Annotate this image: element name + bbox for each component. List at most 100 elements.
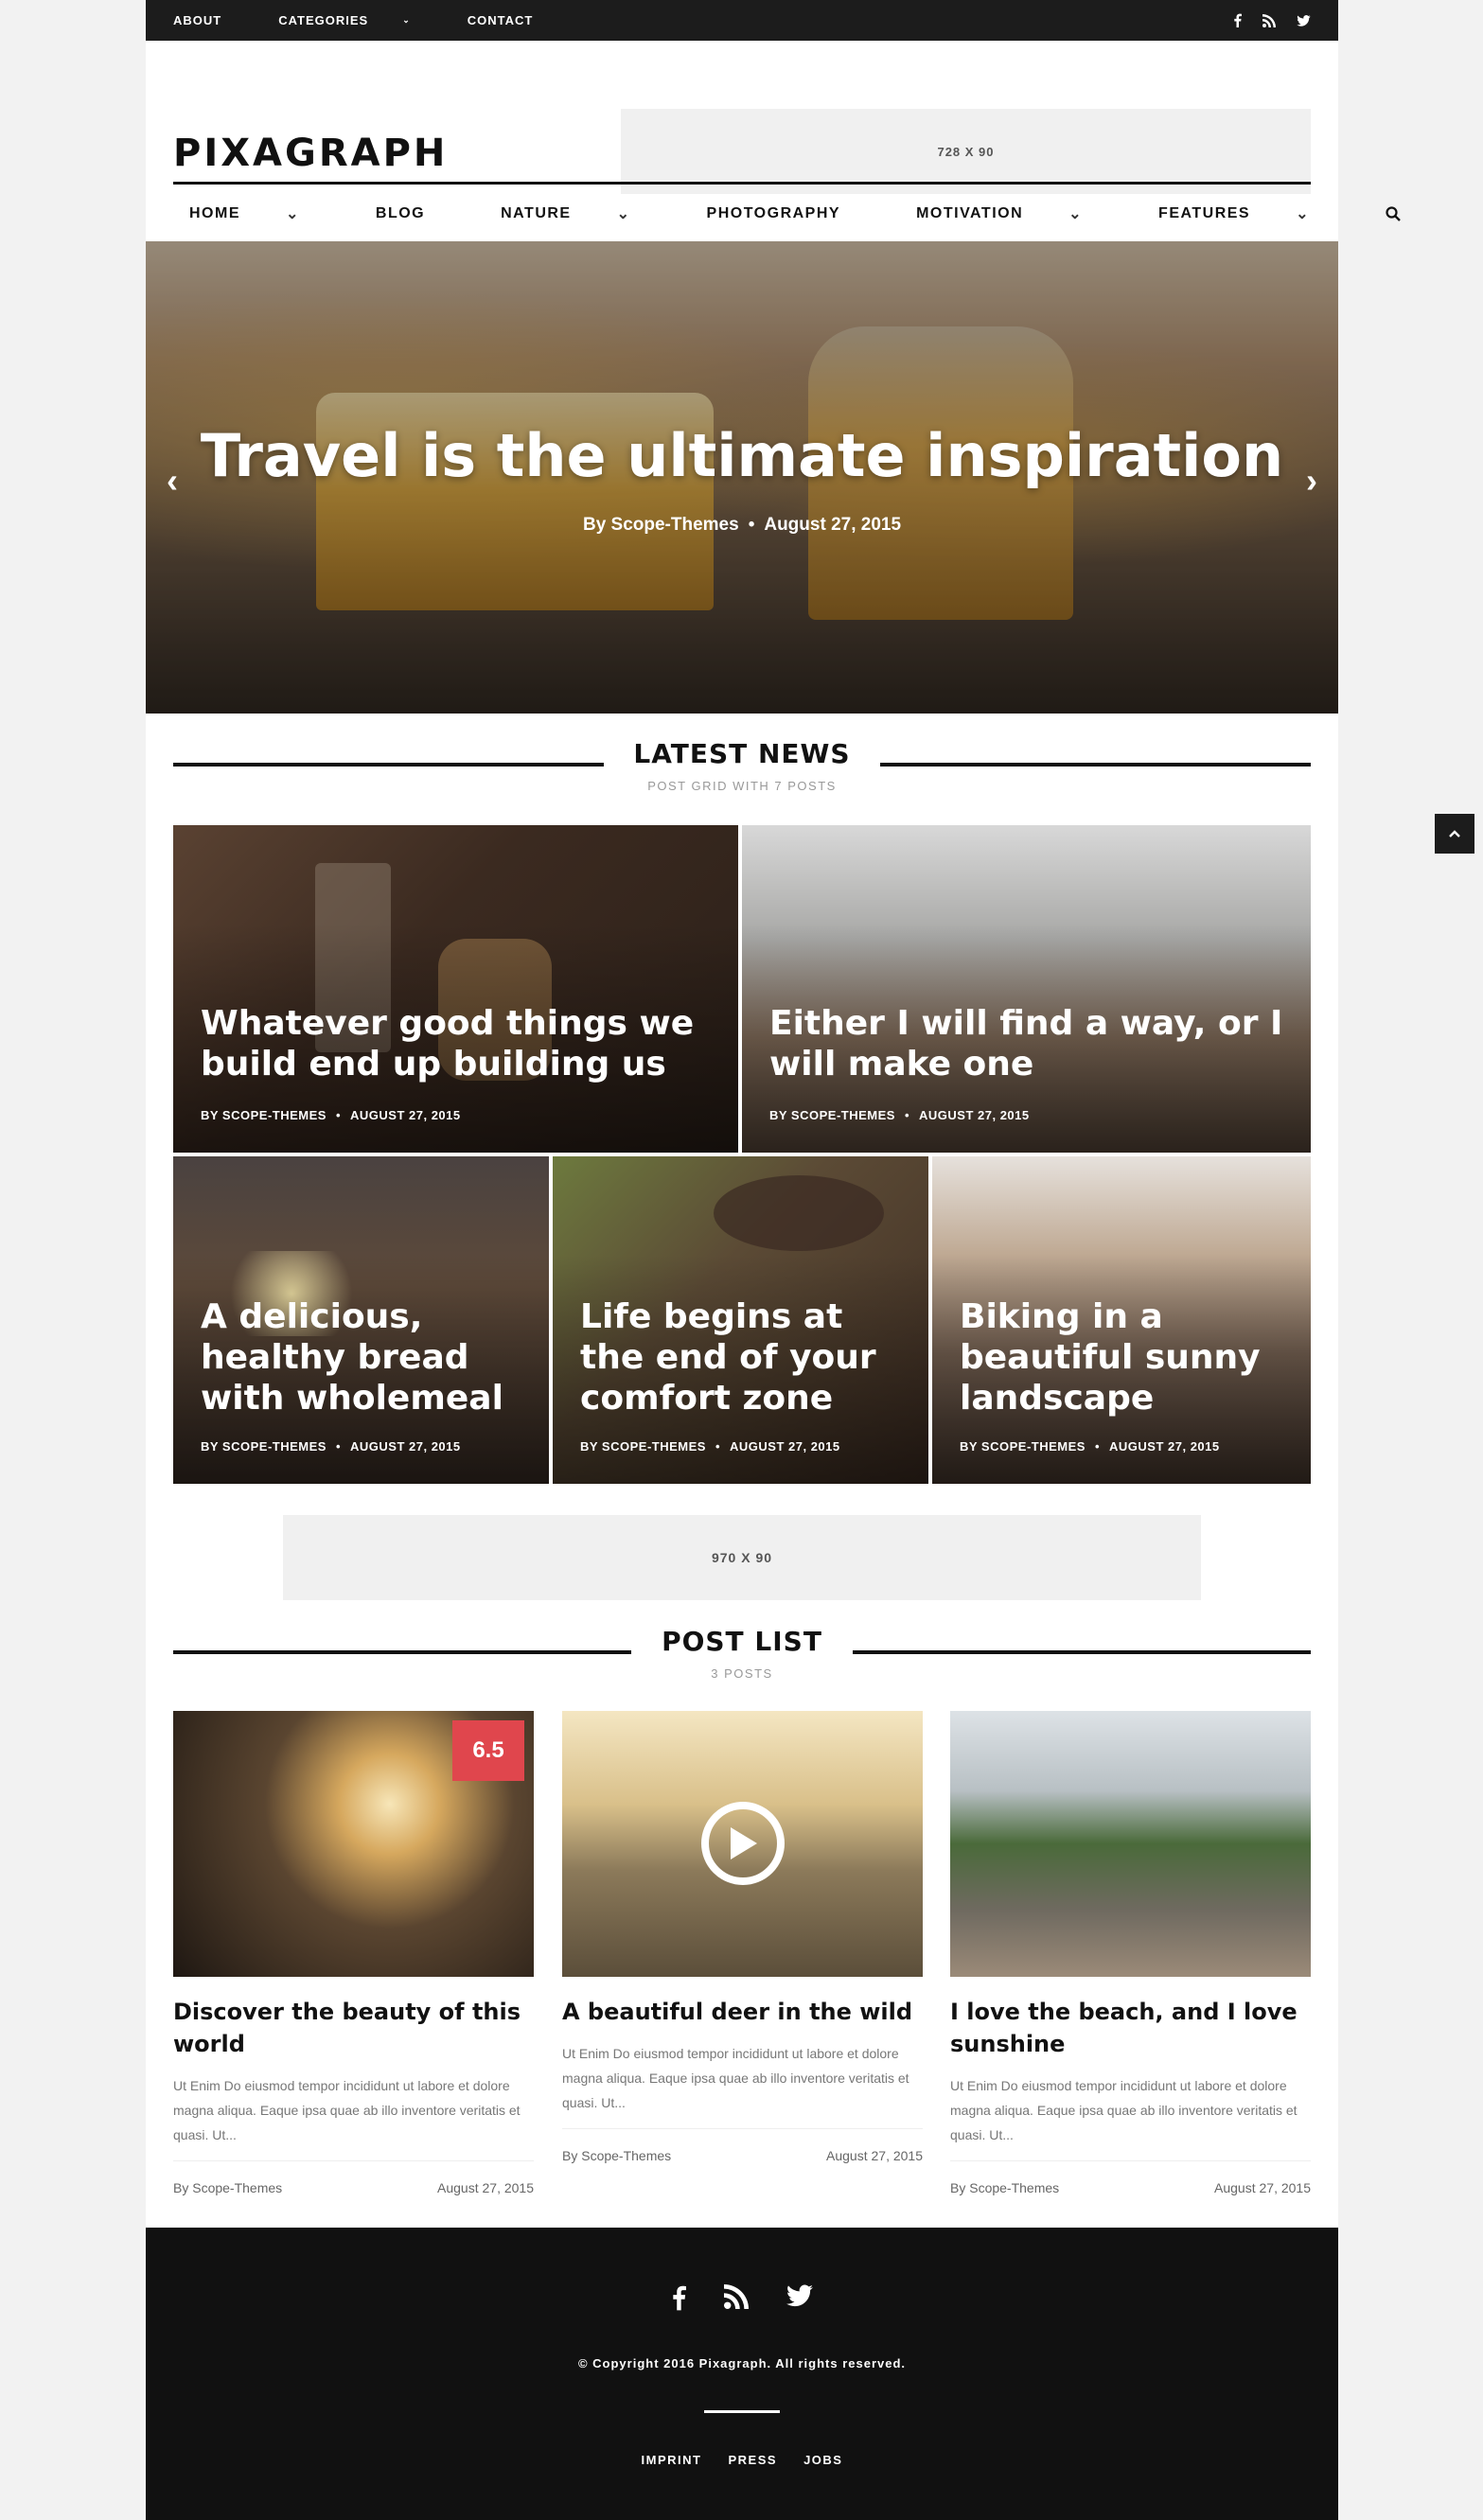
card-overlay: [742, 825, 1311, 1153]
nav-item-label: MOTIVATION: [916, 204, 1024, 221]
chevron-down-icon: ⌄: [1068, 205, 1084, 222]
card-author[interactable]: BY SCOPE-THEMES: [201, 1439, 327, 1454]
grid-card[interactable]: Whatever good things we build end up bui…: [173, 825, 738, 1153]
card-author[interactable]: BY SCOPE-THEMES: [769, 1108, 895, 1122]
grid-card[interactable]: Either I will find a way, or I will make…: [742, 825, 1311, 1153]
nav-item-motivation[interactable]: MOTIVATION ⌄: [916, 204, 1121, 223]
card-date: AUGUST 27, 2015: [350, 1439, 461, 1454]
nav-item-label: HOME: [189, 204, 240, 221]
search-button[interactable]: [1386, 205, 1401, 221]
card-author[interactable]: BY SCOPE-THEMES: [960, 1439, 1086, 1454]
footer-link-press[interactable]: PRESS: [728, 2453, 777, 2467]
heading-rule: [173, 1650, 631, 1654]
post-excerpt: Ut Enim Do eiusmod tempor incididunt ut …: [950, 2078, 1298, 2142]
hero-slider[interactable]: ‹ › Travel is the ultimate inspiration B…: [146, 241, 1338, 714]
grid-card[interactable]: Biking in a beautiful sunny landscape BY…: [932, 1156, 1311, 1484]
top-link-about[interactable]: ABOUT: [173, 13, 250, 27]
top-link-label: CONTACT: [467, 13, 534, 27]
rss-icon[interactable]: [1262, 13, 1276, 27]
grid-card[interactable]: Life begins at the end of your comfort z…: [553, 1156, 928, 1484]
hero-meta: By Scope-Themes • August 27, 2015: [146, 515, 1338, 536]
post-author[interactable]: By Scope-Themes: [173, 2180, 282, 2195]
post-title[interactable]: A beautiful deer in the wild: [562, 1996, 923, 2028]
nav-item-nature[interactable]: NATURE ⌄: [501, 204, 668, 223]
chevron-up-icon: [1449, 830, 1460, 837]
card-title[interactable]: A delicious, healthy bread with wholemea…: [201, 1296, 525, 1419]
twitter-icon[interactable]: [1297, 14, 1311, 26]
card-date: AUGUST 27, 2015: [919, 1108, 1030, 1122]
main-nav-items: HOME ⌄ BLOG NATURE ⌄ PHOTOGRAPHY MOTIVATIO…: [173, 204, 1386, 223]
play-icon[interactable]: [701, 1802, 785, 1885]
site-logo[interactable]: PIXAGRAPH: [173, 132, 448, 175]
review-score-badge: 6.5: [452, 1720, 524, 1781]
card-title[interactable]: Either I will find a way, or I will make…: [769, 1003, 1287, 1084]
post-excerpt: Ut Enim Do eiusmod tempor incididunt ut …: [173, 2078, 521, 2142]
hero-author[interactable]: By Scope-Themes: [583, 515, 739, 536]
card-overlay: [173, 825, 738, 1153]
footer-link-jobs[interactable]: JOBS: [803, 2453, 842, 2467]
post-image[interactable]: [950, 1711, 1311, 1977]
footer-divider: [704, 2410, 780, 2413]
nav-item-home[interactable]: HOME ⌄: [189, 204, 338, 223]
top-bar: ABOUT CATEGORIES ⌄ CONTACT: [146, 0, 1338, 41]
rss-icon[interactable]: [724, 2284, 749, 2311]
chevron-down-icon: ⌄: [286, 205, 300, 222]
meta-dot: •: [748, 515, 755, 535]
meta-dot: •: [1094, 1439, 1101, 1454]
post-date: August 27, 2015: [437, 2180, 534, 2195]
card-date: AUGUST 27, 2015: [1109, 1439, 1220, 1454]
nav-item-label: BLOG: [375, 204, 426, 221]
post-author[interactable]: By Scope-Themes: [950, 2180, 1059, 2195]
section-subtitle: POST GRID WITH 7 POSTS: [647, 779, 837, 793]
nav-item-features[interactable]: FEATURES ⌄: [1158, 204, 1348, 223]
facebook-icon[interactable]: [671, 2284, 686, 2311]
meta-dot: •: [335, 1439, 342, 1454]
post-author[interactable]: By Scope-Themes: [562, 2148, 671, 2163]
top-social-icons: [1233, 13, 1311, 27]
scroll-to-top-button[interactable]: [1435, 814, 1474, 854]
chevron-down-icon: ⌄: [1296, 205, 1310, 222]
card-meta: BY SCOPE-THEMES • AUGUST 27, 2015: [201, 1439, 461, 1454]
nav-item-label: PHOTOGRAPHY: [706, 204, 841, 221]
post-title[interactable]: I love the beach, and I love sunshine: [950, 1996, 1311, 2060]
card-date: AUGUST 27, 2015: [350, 1108, 461, 1122]
footer-links: IMPRINT PRESS JOBS: [146, 2453, 1338, 2467]
card-title[interactable]: Biking in a beautiful sunny landscape: [960, 1296, 1287, 1419]
nav-item-label: NATURE: [501, 204, 572, 221]
card-title[interactable]: Whatever good things we build end up bui…: [201, 1003, 715, 1084]
post-date: August 27, 2015: [1214, 2180, 1311, 2195]
post-image[interactable]: 6.5: [173, 1711, 534, 1977]
header: PIXAGRAPH 728 X 90: [146, 41, 1338, 194]
section-subtitle: 3 POSTS: [711, 1666, 773, 1681]
top-link-label: ABOUT: [173, 13, 222, 27]
top-link-categories[interactable]: CATEGORIES ⌄: [278, 13, 439, 27]
hero-title[interactable]: Travel is the ultimate inspiration: [146, 421, 1338, 490]
footer-link-imprint[interactable]: IMPRINT: [642, 2453, 702, 2467]
card-author[interactable]: BY SCOPE-THEMES: [201, 1108, 327, 1122]
twitter-icon[interactable]: [786, 2284, 813, 2311]
post-item: A beautiful deer in the wild Ut Enim Do …: [562, 1711, 923, 2163]
ad-banner-middle[interactable]: 970 X 90: [283, 1515, 1201, 1600]
post-image[interactable]: [562, 1711, 923, 1977]
top-link-contact[interactable]: CONTACT: [468, 13, 562, 27]
main-nav: HOME ⌄ BLOG NATURE ⌄ PHOTOGRAPHY MOTIVATIO…: [173, 182, 1401, 242]
card-title[interactable]: Life begins at the end of your comfort z…: [580, 1296, 905, 1419]
section-title: POST LIST: [662, 1626, 822, 1657]
post-item: 6.5 Discover the beauty of this world Ut…: [173, 1711, 534, 2195]
copyright-text: © Copyright 2016 Pixagraph. All rights r…: [577, 2356, 907, 2370]
card-author[interactable]: BY SCOPE-THEMES: [580, 1439, 706, 1454]
nav-item-blog[interactable]: BLOG: [376, 204, 463, 223]
post-title[interactable]: Discover the beauty of this world: [173, 1996, 534, 2060]
post-meta: By Scope-Themes August 27, 2015: [562, 2128, 923, 2163]
meta-dot: •: [715, 1439, 721, 1454]
chevron-down-icon: ⌄: [616, 205, 631, 222]
top-link-label: CATEGORIES: [278, 13, 369, 27]
facebook-icon[interactable]: [1233, 13, 1242, 27]
card-meta: BY SCOPE-THEMES • AUGUST 27, 2015: [580, 1439, 840, 1454]
meta-dot: •: [335, 1108, 342, 1122]
footer: © Copyright 2016 Pixagraph. All rights r…: [146, 2228, 1338, 2520]
nav-item-photography[interactable]: PHOTOGRAPHY: [707, 204, 879, 223]
grid-card[interactable]: A delicious, healthy bread with wholemea…: [173, 1156, 549, 1484]
top-nav: ABOUT CATEGORIES ⌄ CONTACT: [173, 13, 590, 27]
post-item: I love the beach, and I love sunshine Ut…: [950, 1711, 1311, 2195]
